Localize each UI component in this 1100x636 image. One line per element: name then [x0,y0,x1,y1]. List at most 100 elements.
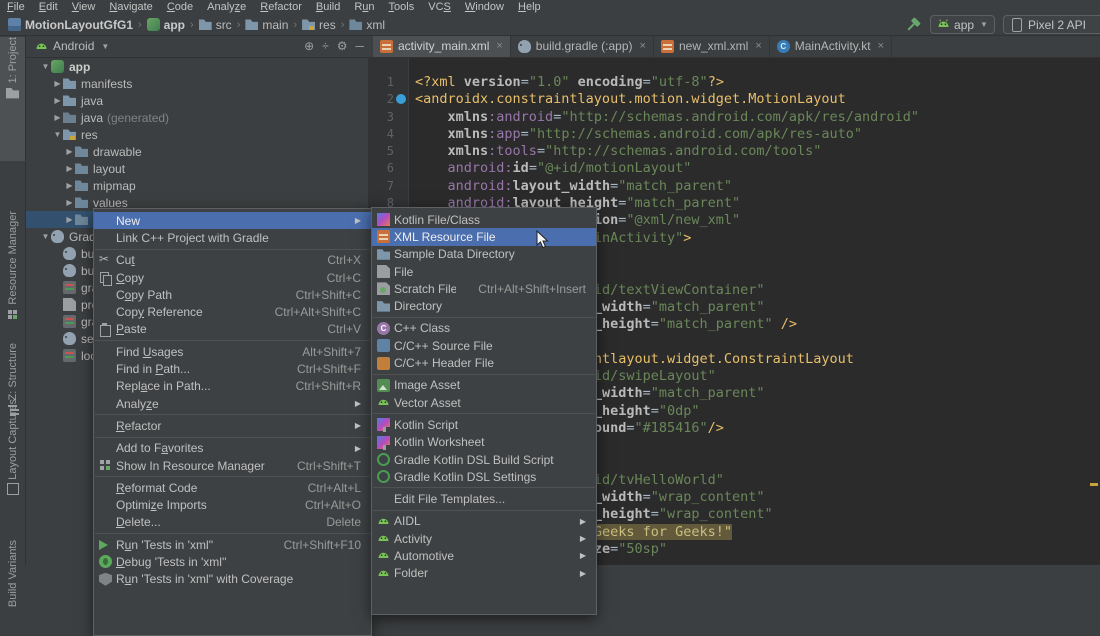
gutter-marker-icon[interactable] [396,94,406,105]
context-menu-item-copy-reference[interactable]: Copy Reference Ctrl+Alt+Shift+C [94,303,371,320]
locate-icon[interactable]: ⊕ [300,39,318,53]
tree-item-app[interactable]: ▼ app [26,58,368,75]
context-menu-item-optimize-imports[interactable]: Optimize Imports Ctrl+Alt+O [94,496,371,513]
expand-arrow-icon[interactable]: ▶ [52,113,63,122]
close-icon[interactable]: × [878,40,884,52]
run-config-selector[interactable]: app ▼ [930,15,995,34]
new-submenu-item-c-c-source-file[interactable]: C/C++ Source File [372,337,596,354]
new-submenu-item-edit-file-templates[interactable]: Edit File Templates... [372,490,596,507]
tree-item-manifests[interactable]: ▶ manifests [26,75,368,92]
context-menu-item-new[interactable]: New ▶ [94,212,371,230]
tool-stripe-1-project[interactable]: 1: Project [0,37,25,161]
context-menu-item-refactor[interactable]: Refactor ▶ [94,417,371,434]
new-submenu-item-aidl[interactable]: AIDL ▶ [372,513,596,530]
new-submenu-item-folder[interactable]: Folder ▶ [372,565,596,582]
expand-arrow-icon[interactable]: ▶ [64,164,75,173]
close-icon[interactable]: × [755,40,761,52]
menubar-item-edit[interactable]: Edit [32,0,65,14]
hide-icon[interactable]: ─ [351,39,368,53]
breadcrumb-item-main[interactable]: main [243,18,290,32]
new-submenu-item-c-class[interactable]: C++ Class [372,320,596,337]
tree-item-layout[interactable]: ▶ layout [26,160,368,177]
breadcrumb-item-app[interactable]: app [145,18,187,32]
new-submenu-item-directory[interactable]: Directory [372,297,596,314]
collapse-arrow-icon[interactable]: ▼ [52,130,63,139]
collapse-arrow-icon[interactable]: ▼ [40,232,51,241]
new-submenu-item-automotive[interactable]: Automotive ▶ [372,547,596,564]
menubar-item-file[interactable]: File [0,0,32,14]
breadcrumb-item-res[interactable]: res [300,18,338,32]
context-menu-item-copy-path[interactable]: Copy Path Ctrl+Shift+C [94,286,371,303]
menubar-item-code[interactable]: Code [160,0,200,14]
menubar-item-run[interactable]: Run [347,0,381,14]
menubar-item-view[interactable]: View [65,0,103,14]
menubar-item-analyze[interactable]: Analyze [200,0,253,14]
close-icon[interactable]: × [640,40,646,52]
context-menu-item-add-to-favorites[interactable]: Add to Favorites ▶ [94,440,371,457]
new-submenu-item-vector-asset[interactable]: Vector Asset [372,394,596,411]
tab-new-xml-xml[interactable]: new_xml.xml × [654,35,770,57]
close-icon[interactable]: × [496,40,502,52]
menubar-item-vcs[interactable]: VCS [421,0,458,14]
expand-arrow-icon[interactable]: ▶ [64,198,75,207]
expand-arrow-icon[interactable]: ▶ [52,79,63,88]
new-submenu-item-sample-data-directory[interactable]: Sample Data Directory [372,246,596,263]
context-menu-item-cut[interactable]: Cut Ctrl+X [94,252,371,269]
build-hammer-icon[interactable] [904,16,922,34]
context-menu-item-debug-tests-in-xml[interactable]: Debug 'Tests in 'xml'' [94,553,371,570]
tab-build-gradle-app[interactable]: build.gradle (:app) × [511,35,654,57]
tree-item-drawable[interactable]: ▶ drawable [26,143,368,160]
new-submenu-item-image-asset[interactable]: Image Asset [372,377,596,394]
menubar-item-tools[interactable]: Tools [382,0,422,14]
context-menu-item-paste[interactable]: Paste Ctrl+V [94,321,371,338]
menubar-item-navigate[interactable]: Navigate [102,0,159,14]
context-menu-item-copy[interactable]: Copy Ctrl+C [94,269,371,287]
new-submenu-item-scratch-file[interactable]: Scratch File Ctrl+Alt+Shift+Insert [372,280,596,297]
context-menu-item-run-tests-in-xml[interactable]: Run 'Tests in 'xml'' Ctrl+Shift+F10 [94,536,371,553]
context-menu-item-find-in-path[interactable]: Find in Path... Ctrl+Shift+F [94,360,371,377]
menubar-item-refactor[interactable]: Refactor [253,0,309,14]
tool-stripe-layout-captures[interactable]: Layout Captures [0,399,25,495]
tree-item-java-generated[interactable]: ▶ java (generated) [26,109,368,126]
tab-mainactivity-kt[interactable]: MainActivity.kt × [770,35,892,57]
tree-item-mipmap[interactable]: ▶ mipmap [26,177,368,194]
tree-item-java[interactable]: ▶ java [26,92,368,109]
collapse-arrow-icon[interactable]: ▼ [40,62,51,71]
menubar-item-help[interactable]: Help [511,0,548,14]
tree-item-res[interactable]: ▼ res [26,126,368,143]
collapse-all-icon[interactable]: ÷ [318,39,333,53]
expand-arrow-icon[interactable]: ▶ [52,96,63,105]
menubar-item-window[interactable]: Window [458,0,511,14]
new-submenu-item-gradle-kotlin-dsl-build-script[interactable]: Gradle Kotlin DSL Build Script [372,451,596,468]
expand-arrow-icon[interactable]: ▶ [64,215,75,224]
breadcrumb-item-motionlayoutgfg1[interactable]: MotionLayoutGfG1 [6,18,135,32]
new-submenu-item-kotlin-file-class[interactable]: Kotlin File/Class [372,211,596,228]
project-view-selector[interactable]: Android [53,39,94,53]
breadcrumb-item-src[interactable]: src [197,18,234,32]
tool-stripe-z-structure[interactable]: Z: Structure [0,343,25,408]
context-menu-item-show-in-resource-manager[interactable]: Show In Resource Manager Ctrl+Shift+T [94,457,371,474]
context-menu-item-replace-in-path[interactable]: Replace in Path... Ctrl+Shift+R [94,378,371,395]
new-submenu-item-file[interactable]: File [372,263,596,280]
breadcrumb-item-xml[interactable]: xml [347,18,387,32]
tab-activity-main-xml[interactable]: activity_main.xml × [373,35,511,57]
expand-arrow-icon[interactable]: ▶ [64,181,75,190]
context-menu-item-find-usages[interactable]: Find Usages Alt+Shift+7 [94,343,371,360]
context-menu-item-delete[interactable]: Delete... Delete [94,514,371,531]
tool-stripe-build-variants[interactable]: Build Variants [0,540,25,630]
new-submenu-item-c-c-header-file[interactable]: C/C++ Header File [372,354,596,371]
expand-arrow-icon[interactable]: ▶ [64,147,75,156]
new-submenu-item-kotlin-script[interactable]: Kotlin Script [372,416,596,433]
context-menu-item-reformat-code[interactable]: Reformat Code Ctrl+Alt+L [94,479,371,496]
context-menu-item-link-c-project-with-gradle[interactable]: Link C++ Project with Gradle [94,229,371,246]
menubar-item-build[interactable]: Build [309,0,347,14]
new-submenu-item-activity[interactable]: Activity ▶ [372,530,596,547]
new-submenu-item-kotlin-worksheet[interactable]: Kotlin Worksheet [372,434,596,451]
tool-stripe-resource-manager[interactable]: Resource Manager [0,211,25,331]
settings-icon[interactable]: ⚙ [333,39,352,53]
context-menu-item-analyze[interactable]: Analyze ▶ [94,395,371,412]
device-selector[interactable]: Pixel 2 API [1002,15,1100,34]
new-submenu-item-gradle-kotlin-dsl-settings[interactable]: Gradle Kotlin DSL Settings [372,468,596,485]
new-submenu-item-xml-resource-file[interactable]: XML Resource File [372,228,596,246]
context-menu-item-run-tests-in-xml-with-coverage[interactable]: Run 'Tests in 'xml'' with Coverage [94,571,371,588]
